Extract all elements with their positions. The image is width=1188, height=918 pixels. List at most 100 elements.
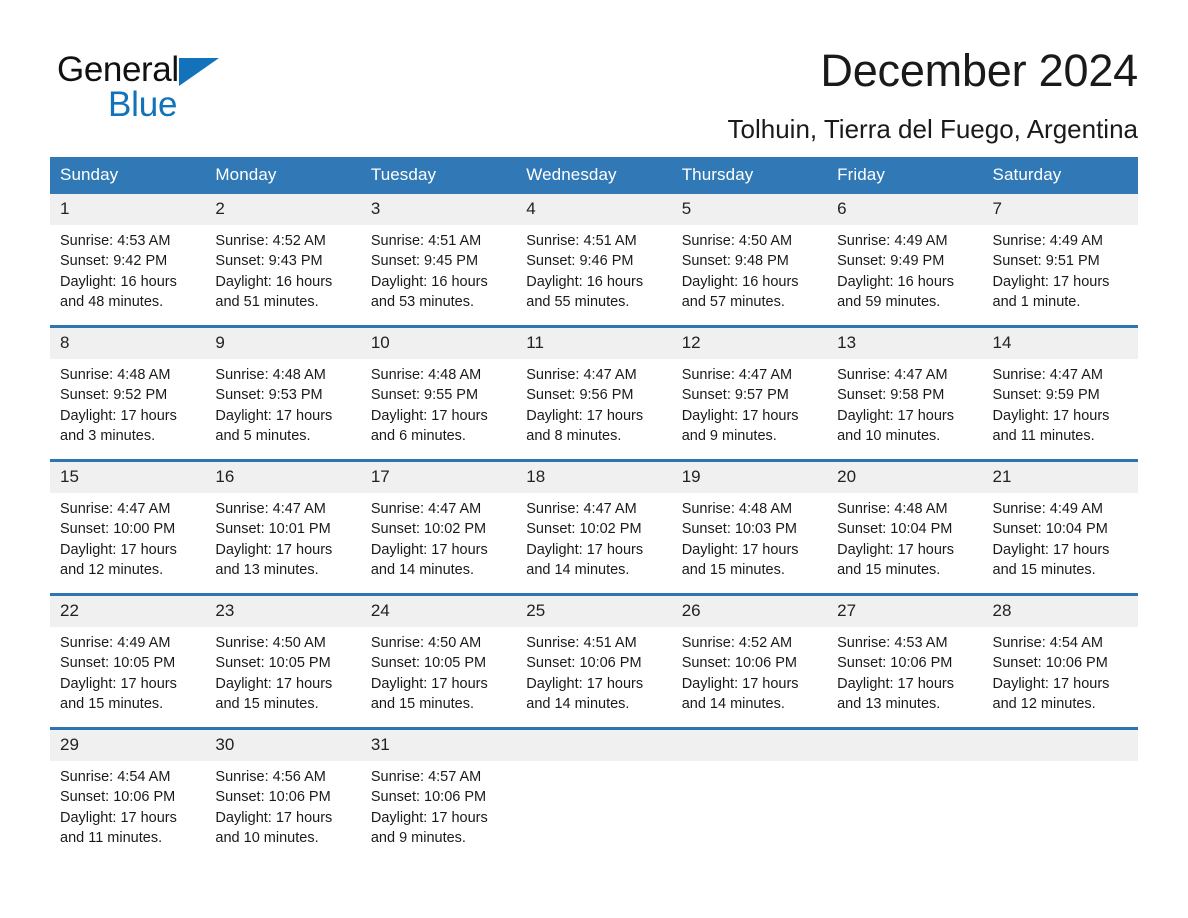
daylight-text: Daylight: 17 hours and 10 minutes.	[215, 809, 333, 846]
sunrise-text: Sunrise: 4:51 AM	[370, 233, 482, 249]
day-number: 13	[827, 328, 983, 359]
sunset-text: Sunset: 10:06 PM	[992, 655, 1108, 672]
day-number: 30	[205, 730, 361, 761]
day-cell[interactable]: 4 Sunrise: 4:51 AM Sunset: 9:46 PM Dayli…	[516, 194, 672, 327]
day-info: Sunrise: 4:50 AM Sunset: 9:48 PM Dayligh…	[672, 225, 827, 312]
calendar-header-row: Sunday Monday Tuesday Wednesday Thursday…	[50, 157, 1138, 194]
week-row: 29 Sunrise: 4:54 AM Sunset: 10:06 PM Day…	[50, 727, 1138, 861]
sunrise-text: Sunrise: 4:56 AM	[215, 769, 326, 785]
sunset-text: Sunset: 10:00 PM	[60, 521, 176, 538]
day-number: 16	[205, 462, 361, 493]
day-cell[interactable]: 18 Sunrise: 4:47 AM Sunset: 10:02 PM Day…	[516, 459, 672, 595]
sunset-text: Sunset: 10:04 PM	[837, 521, 953, 538]
day-number: 11	[516, 328, 672, 359]
calendar-body: 1 Sunrise: 4:53 AM Sunset: 9:42 PM Dayli…	[50, 194, 1138, 861]
day-cell[interactable]: 12 Sunrise: 4:47 AM Sunset: 9:57 PM Dayl…	[671, 325, 828, 461]
sunset-text: Sunset: 9:45 PM	[370, 253, 479, 270]
sunset-text: Sunset: 9:59 PM	[992, 387, 1100, 404]
day-number: 29	[50, 730, 206, 761]
sunrise-text: Sunrise: 4:49 AM	[60, 635, 171, 651]
sunset-text: Sunset: 10:03 PM	[681, 521, 797, 538]
sunrise-text: Sunrise: 4:51 AM	[526, 635, 637, 651]
sunrise-text: Sunrise: 4:53 AM	[60, 233, 171, 249]
day-info: Sunrise: 4:51 AM Sunset: 9:46 PM Dayligh…	[516, 225, 671, 312]
column-header-thursday: Thursday	[671, 157, 828, 194]
sunrise-text: Sunrise: 4:47 AM	[215, 501, 326, 517]
day-cell[interactable]: 23 Sunrise: 4:50 AM Sunset: 10:05 PM Day…	[205, 593, 361, 729]
day-number: 31	[360, 730, 517, 761]
day-cell[interactable]: 17 Sunrise: 4:47 AM Sunset: 10:02 PM Day…	[360, 459, 517, 595]
page-header: General Blue December 2024 Tolhuin, Tier…	[50, 44, 1138, 144]
day-number: 1	[50, 194, 206, 225]
day-cell[interactable]: 13 Sunrise: 4:47 AM Sunset: 9:58 PM Dayl…	[827, 325, 983, 461]
day-cell-empty	[516, 727, 672, 861]
day-cell[interactable]: 20 Sunrise: 4:48 AM Sunset: 10:04 PM Day…	[827, 459, 983, 595]
daylight-text: Daylight: 17 hours and 9 minutes.	[370, 809, 488, 846]
sunset-text: Sunset: 10:02 PM	[370, 521, 487, 538]
day-cell[interactable]: 27 Sunrise: 4:53 AM Sunset: 10:06 PM Day…	[827, 593, 983, 729]
day-number: 14	[982, 328, 1138, 359]
day-info: Sunrise: 4:48 AM Sunset: 10:04 PM Daylig…	[827, 493, 982, 580]
daylight-text: Daylight: 17 hours and 11 minutes.	[992, 407, 1110, 444]
day-number: 7	[982, 194, 1138, 225]
day-cell[interactable]: 28 Sunrise: 4:54 AM Sunset: 10:06 PM Day…	[982, 593, 1138, 729]
day-cell[interactable]: 26 Sunrise: 4:52 AM Sunset: 10:06 PM Day…	[671, 593, 828, 729]
day-info: Sunrise: 4:48 AM Sunset: 9:55 PM Dayligh…	[361, 359, 516, 446]
day-cell[interactable]: 31 Sunrise: 4:57 AM Sunset: 10:06 PM Day…	[360, 727, 517, 861]
daylight-text: Daylight: 17 hours and 15 minutes.	[837, 541, 954, 578]
day-number	[516, 730, 672, 761]
day-cell[interactable]: 24 Sunrise: 4:50 AM Sunset: 10:05 PM Day…	[360, 593, 517, 729]
day-cell[interactable]: 29 Sunrise: 4:54 AM Sunset: 10:06 PM Day…	[50, 727, 206, 861]
day-cell[interactable]: 7 Sunrise: 4:49 AM Sunset: 9:51 PM Dayli…	[982, 194, 1138, 327]
daylight-text: Daylight: 17 hours and 6 minutes.	[370, 407, 488, 444]
day-cell[interactable]: 10 Sunrise: 4:48 AM Sunset: 9:55 PM Dayl…	[360, 325, 517, 461]
day-info: Sunrise: 4:52 AM Sunset: 9:43 PM Dayligh…	[205, 225, 360, 312]
day-cell[interactable]: 15 Sunrise: 4:47 AM Sunset: 10:00 PM Day…	[50, 459, 206, 595]
generalblue-logo[interactable]: General Blue	[57, 52, 337, 132]
sunrise-text: Sunrise: 4:47 AM	[60, 501, 171, 517]
daylight-text: Daylight: 17 hours and 15 minutes.	[215, 675, 333, 712]
day-cell[interactable]: 30 Sunrise: 4:56 AM Sunset: 10:06 PM Day…	[205, 727, 361, 861]
sunrise-text: Sunrise: 4:50 AM	[681, 233, 793, 249]
sunrise-text: Sunrise: 4:52 AM	[681, 635, 793, 651]
sunset-text: Sunset: 9:52 PM	[60, 387, 168, 404]
day-number: 9	[205, 328, 361, 359]
day-cell[interactable]: 3 Sunrise: 4:51 AM Sunset: 9:45 PM Dayli…	[360, 194, 517, 327]
column-header-saturday: Saturday	[982, 157, 1138, 194]
sunset-text: Sunset: 10:06 PM	[370, 789, 487, 806]
day-cell[interactable]: 14 Sunrise: 4:47 AM Sunset: 9:59 PM Dayl…	[982, 325, 1138, 461]
day-cell[interactable]: 8 Sunrise: 4:48 AM Sunset: 9:52 PM Dayli…	[50, 325, 206, 461]
daylight-text: Daylight: 17 hours and 14 minutes.	[370, 541, 488, 578]
sunset-text: Sunset: 10:06 PM	[526, 655, 642, 672]
sunrise-text: Sunrise: 4:48 AM	[215, 367, 326, 383]
day-cell[interactable]: 6 Sunrise: 4:49 AM Sunset: 9:49 PM Dayli…	[827, 194, 983, 327]
sunset-text: Sunset: 9:57 PM	[681, 387, 789, 404]
day-cell[interactable]: 21 Sunrise: 4:49 AM Sunset: 10:04 PM Day…	[982, 459, 1138, 595]
day-info: Sunrise: 4:48 AM Sunset: 9:53 PM Dayligh…	[205, 359, 360, 446]
day-number: 8	[50, 328, 206, 359]
sunset-text: Sunset: 9:43 PM	[215, 253, 323, 270]
sunrise-text: Sunrise: 4:47 AM	[992, 367, 1103, 383]
day-cell[interactable]: 22 Sunrise: 4:49 AM Sunset: 10:05 PM Day…	[50, 593, 206, 729]
day-number	[671, 730, 828, 761]
day-number: 27	[827, 596, 983, 627]
sunset-text: Sunset: 9:46 PM	[526, 253, 634, 270]
daylight-text: Daylight: 17 hours and 1 minute.	[992, 273, 1110, 310]
day-cell[interactable]: 25 Sunrise: 4:51 AM Sunset: 10:06 PM Day…	[516, 593, 672, 729]
week-row: 15 Sunrise: 4:47 AM Sunset: 10:00 PM Day…	[50, 459, 1138, 595]
day-cell-empty	[827, 727, 983, 861]
sunrise-text: Sunrise: 4:49 AM	[992, 233, 1103, 249]
sunrise-text: Sunrise: 4:47 AM	[837, 367, 948, 383]
column-header-tuesday: Tuesday	[360, 157, 517, 194]
daylight-text: Daylight: 17 hours and 14 minutes.	[526, 541, 644, 578]
day-cell[interactable]: 2 Sunrise: 4:52 AM Sunset: 9:43 PM Dayli…	[205, 194, 361, 327]
day-cell[interactable]: 5 Sunrise: 4:50 AM Sunset: 9:48 PM Dayli…	[671, 194, 828, 327]
week-row: 1 Sunrise: 4:53 AM Sunset: 9:42 PM Dayli…	[50, 194, 1138, 327]
day-info: Sunrise: 4:49 AM Sunset: 9:49 PM Dayligh…	[827, 225, 982, 312]
day-cell[interactable]: 1 Sunrise: 4:53 AM Sunset: 9:42 PM Dayli…	[50, 194, 206, 327]
day-cell[interactable]: 19 Sunrise: 4:48 AM Sunset: 10:03 PM Day…	[671, 459, 828, 595]
sunset-text: Sunset: 10:06 PM	[837, 655, 953, 672]
day-cell[interactable]: 16 Sunrise: 4:47 AM Sunset: 10:01 PM Day…	[205, 459, 361, 595]
day-cell[interactable]: 11 Sunrise: 4:47 AM Sunset: 9:56 PM Dayl…	[516, 325, 672, 461]
day-cell[interactable]: 9 Sunrise: 4:48 AM Sunset: 9:53 PM Dayli…	[205, 325, 361, 461]
